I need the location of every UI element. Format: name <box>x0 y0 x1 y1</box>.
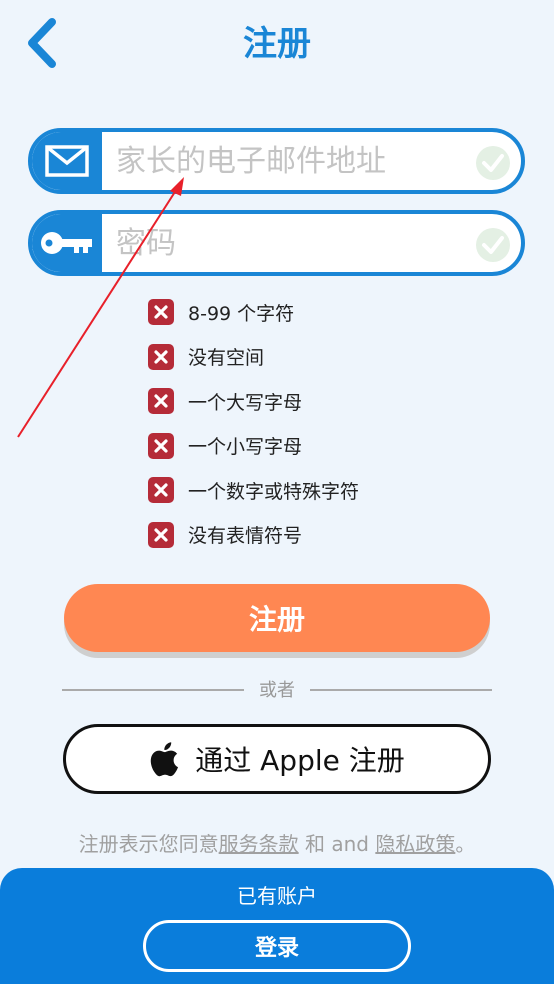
email-icon-box <box>32 132 102 190</box>
password-rule-text: 8-99 个字符 <box>188 302 295 325</box>
privacy-policy-link[interactable]: 隐私政策 <box>375 832 455 856</box>
password-rule-text: 没有空间 <box>188 347 265 370</box>
x-mark-icon <box>148 477 174 504</box>
check-circle-icon <box>476 146 510 180</box>
terms-suffix: 。 <box>455 832 476 856</box>
have-account-label: 已有账户 <box>237 884 317 908</box>
or-divider: 或者 <box>62 676 492 704</box>
terms-of-service-link[interactable]: 服务条款 <box>219 832 299 856</box>
apple-logo-icon <box>151 742 179 777</box>
signup-button[interactable]: 注册 <box>64 584 490 652</box>
password-rule-text: 没有表情符号 <box>188 525 303 548</box>
terms-prefix: 注册表示您同意 <box>78 832 219 856</box>
password-rule-text: 一个小写字母 <box>188 436 303 459</box>
login-panel: 已有账户 登录 <box>0 868 554 984</box>
password-rule: 一个数字或特殊字符 <box>148 468 359 513</box>
password-rules-list: 8-99 个字符 没有空间 一个大写字母 一个小写字母 一个数字或特殊字符 没有… <box>148 290 359 557</box>
password-rule: 8-99 个字符 <box>148 290 359 335</box>
password-rule: 一个小写字母 <box>148 424 359 469</box>
password-rule-text: 一个数字或特殊字符 <box>188 480 360 503</box>
header: 注册 <box>0 0 554 80</box>
email-input[interactable] <box>116 132 476 190</box>
password-input[interactable] <box>116 214 476 272</box>
x-mark-icon <box>148 388 174 415</box>
password-rule: 没有空间 <box>148 335 359 380</box>
divider-line-right <box>310 689 492 691</box>
password-rule: 一个大写字母 <box>148 379 359 424</box>
password-rule-text: 一个大写字母 <box>188 391 303 414</box>
apple-signup-button[interactable]: 通过 Apple 注册 <box>63 724 491 794</box>
x-mark-icon <box>148 343 174 370</box>
terms-middle: 和 and <box>298 832 376 856</box>
x-mark-icon <box>148 432 174 459</box>
terms-notice: 注册表示您同意服务条款 和 and 隐私政策。 <box>0 828 554 857</box>
apple-signup-label: 通过 Apple 注册 <box>195 744 405 777</box>
email-field-container <box>28 128 525 194</box>
key-icon <box>41 232 92 254</box>
x-mark-icon <box>148 299 174 326</box>
login-button[interactable]: 登录 <box>143 920 411 972</box>
password-rule: 没有表情符号 <box>148 513 359 558</box>
password-icon-box <box>32 214 102 272</box>
check-circle-icon <box>476 228 510 262</box>
envelope-icon <box>45 145 89 177</box>
password-field-container <box>28 210 525 276</box>
x-mark-icon <box>148 521 174 548</box>
page-title: 注册 <box>243 24 311 64</box>
